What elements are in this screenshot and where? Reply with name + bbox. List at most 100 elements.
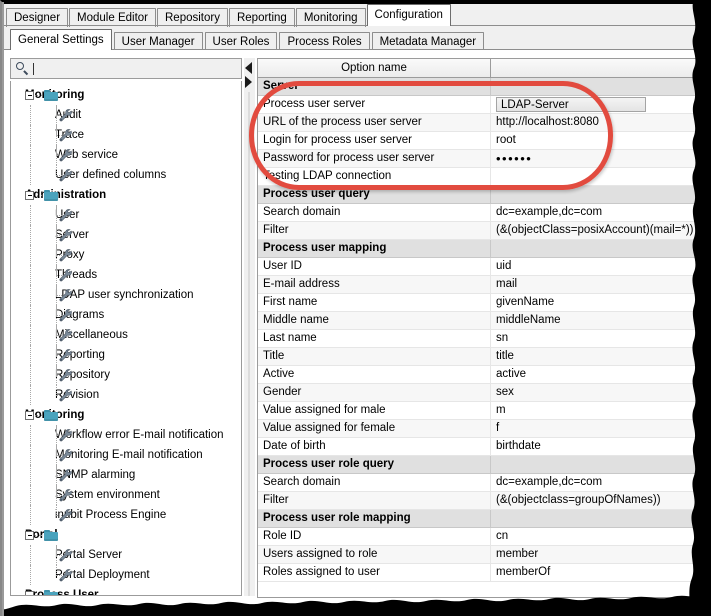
- table-row[interactable]: Testing LDAP connection: [258, 168, 711, 186]
- option-value-cell[interactable]: dc=example,dc=com: [491, 204, 711, 221]
- table-row[interactable]: Password for process user server ••••••: [258, 150, 711, 168]
- option-value-cell[interactable]: dc=example,dc=com: [491, 474, 711, 491]
- expander-icon[interactable]: [25, 91, 34, 100]
- password-masked-value[interactable]: ••••••: [496, 151, 532, 166]
- expander-icon[interactable]: [25, 411, 34, 420]
- option-value-cell[interactable]: birthdate: [491, 438, 711, 455]
- table-row[interactable]: Login for process user server root: [258, 132, 711, 150]
- option-value-cell[interactable]: ••••••: [491, 150, 711, 167]
- tree-item-monitoring-e-mail-notification[interactable]: Monitoring E-mail notification: [11, 445, 241, 465]
- table-section-row[interactable]: Process user mapping: [258, 240, 711, 258]
- tree-rail: [56, 465, 58, 485]
- tree-item-repository[interactable]: Repository: [11, 365, 241, 385]
- tree-group-administration[interactable]: Administration: [11, 185, 241, 205]
- option-value-cell[interactable]: sn: [491, 330, 711, 347]
- table-row[interactable]: Value assigned for female f: [258, 420, 711, 438]
- column-header-value[interactable]: [491, 59, 711, 77]
- expander-icon[interactable]: [25, 591, 34, 595]
- table-section-row[interactable]: Server: [258, 78, 711, 96]
- table-row[interactable]: User ID uid: [258, 258, 711, 276]
- tree-group-process-user[interactable]: Process User: [11, 585, 241, 595]
- tree-rail: [29, 465, 32, 485]
- table-row[interactable]: Active active: [258, 366, 711, 384]
- tree-item-trace[interactable]: Trace: [11, 125, 241, 145]
- option-value-cell[interactable]: givenName: [491, 294, 711, 311]
- wrench-icon: [59, 429, 73, 442]
- tree-item-user-defined-columns[interactable]: User defined columns: [11, 165, 241, 185]
- tree-item-reporting[interactable]: Reporting: [11, 345, 241, 365]
- tree-group-portal[interactable]: Portal: [11, 525, 241, 545]
- tree-item-system-environment[interactable]: System environment: [11, 485, 241, 505]
- table-row[interactable]: Search domain dc=example,dc=com: [258, 474, 711, 492]
- subtab-general-settings[interactable]: General Settings: [10, 29, 112, 50]
- tree-group-monitoring[interactable]: Monitoring: [11, 85, 241, 105]
- table-row[interactable]: First name givenName: [258, 294, 711, 312]
- tree-group-monitoring[interactable]: Monitoring: [11, 405, 241, 425]
- option-value-cell[interactable]: root: [491, 132, 711, 149]
- tree-item-web-service[interactable]: Web service: [11, 145, 241, 165]
- tree-item-revision[interactable]: Revision: [11, 385, 241, 405]
- option-value-cell[interactable]: (&(objectClass=posixAccount)(mail=*)): [491, 222, 711, 239]
- search-input[interactable]: [10, 58, 242, 79]
- option-value-cell[interactable]: mail: [491, 276, 711, 293]
- tree-item-user[interactable]: User: [11, 205, 241, 225]
- triangle-right-icon[interactable]: [245, 76, 252, 88]
- wrench-icon: [59, 369, 73, 382]
- option-value-cell[interactable]: middleName: [491, 312, 711, 329]
- table-row[interactable]: Date of birth birthdate: [258, 438, 711, 456]
- table-row[interactable]: E-mail address mail: [258, 276, 711, 294]
- option-value-cell[interactable]: cn: [491, 528, 711, 545]
- option-value-cell[interactable]: uid: [491, 258, 711, 275]
- table-row[interactable]: Last name sn: [258, 330, 711, 348]
- table-section-row[interactable]: Process user role mapping: [258, 510, 711, 528]
- value-combobox[interactable]: LDAP-Server: [496, 97, 646, 112]
- table-row[interactable]: Users assigned to role member: [258, 546, 711, 564]
- table-row[interactable]: Search domain dc=example,dc=com: [258, 204, 711, 222]
- panel-splitter[interactable]: [244, 58, 255, 596]
- tree-item-threads[interactable]: Threads: [11, 265, 241, 285]
- tree-item-proxy[interactable]: Proxy: [11, 245, 241, 265]
- option-value-cell[interactable]: member: [491, 546, 711, 563]
- table-row[interactable]: Filter (&(objectclass=groupOfNames)): [258, 492, 711, 510]
- option-value-cell[interactable]: LDAP-Server: [491, 96, 711, 113]
- tree-item-diagrams[interactable]: Diagrams: [11, 305, 241, 325]
- tree-rail: [29, 245, 32, 265]
- option-value-cell[interactable]: memberOf: [491, 564, 711, 581]
- tree-item-ldap-user-synchronization[interactable]: LDAP user synchronization: [11, 285, 241, 305]
- table-row[interactable]: Value assigned for male m: [258, 402, 711, 420]
- table-row[interactable]: URL of the process user server http://loc…: [258, 114, 711, 132]
- option-value-cell[interactable]: title: [491, 348, 711, 365]
- tree-item-portal-server[interactable]: Portal Server: [11, 545, 241, 565]
- table-row[interactable]: Title title: [258, 348, 711, 366]
- option-value-cell[interactable]: f: [491, 420, 711, 437]
- tree-item-audit[interactable]: Audit: [11, 105, 241, 125]
- tree-item-workflow-error-e-mail-notification[interactable]: Workflow error E-mail notification: [11, 425, 241, 445]
- table-row[interactable]: Roles assigned to user memberOf: [258, 564, 711, 582]
- option-value-cell[interactable]: sex: [491, 384, 711, 401]
- option-value-cell[interactable]: (&(objectclass=groupOfNames)): [491, 492, 711, 509]
- column-header-option-name[interactable]: Option name: [258, 59, 491, 77]
- option-value-cell[interactable]: m: [491, 402, 711, 419]
- option-name-cell: Process user server: [258, 96, 491, 113]
- expander-icon[interactable]: [25, 531, 34, 540]
- tree-item-inubit-process-engine[interactable]: inubit Process Engine: [11, 505, 241, 525]
- table-section-row[interactable]: Process user role query: [258, 456, 711, 474]
- table-section-row[interactable]: Process user query: [258, 186, 711, 204]
- expander-icon[interactable]: [25, 191, 34, 200]
- table-row[interactable]: Filter (&(objectClass=posixAccount)(mail=…: [258, 222, 711, 240]
- tree-rail: [29, 285, 32, 305]
- option-value-cell[interactable]: [491, 168, 711, 185]
- triangle-left-icon[interactable]: [245, 62, 252, 74]
- table-row[interactable]: Middle name middleName: [258, 312, 711, 330]
- option-value-cell[interactable]: active: [491, 366, 711, 383]
- tab-configuration[interactable]: Configuration: [366, 4, 451, 26]
- tree-item-portal-deployment[interactable]: Portal Deployment: [11, 565, 241, 585]
- option-value-cell[interactable]: http://localhost:8080: [491, 114, 711, 131]
- table-row[interactable]: Process user server LDAP-Server: [258, 96, 711, 114]
- tree-item-snmp-alarming[interactable]: SNMP alarming: [11, 465, 241, 485]
- settings-tree[interactable]: MonitoringAuditTraceWeb serviceUser defi…: [10, 81, 242, 596]
- tree-item-miscellaneous[interactable]: Miscellaneous: [11, 325, 241, 345]
- tree-item-server[interactable]: Server: [11, 225, 241, 245]
- table-row[interactable]: Role ID cn: [258, 528, 711, 546]
- table-row[interactable]: Gender sex: [258, 384, 711, 402]
